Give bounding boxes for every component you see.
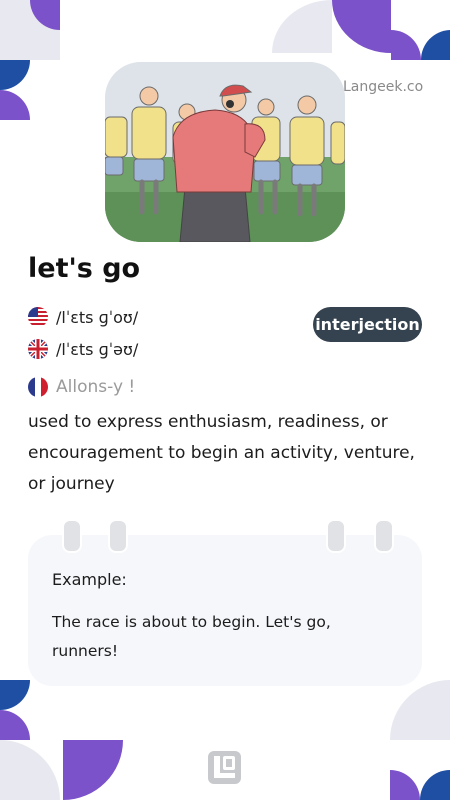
pronunciation-uk-ipa: /lˈɛts ɡˈəʊ/ bbox=[56, 339, 139, 359]
france-flag-icon bbox=[28, 377, 48, 397]
part-of-speech-badge: interjection bbox=[313, 307, 422, 342]
example-card: Example: The race is about to begin. Let… bbox=[28, 519, 422, 686]
pronunciation-uk[interactable]: /lˈɛts ɡˈəʊ/ bbox=[28, 339, 138, 359]
example-sentence: The race is about to begin. Let's go, ru… bbox=[52, 613, 331, 660]
us-flag-icon bbox=[28, 307, 48, 327]
headword: let's go bbox=[28, 253, 141, 284]
binder-ring bbox=[108, 519, 128, 553]
pronunciation-us-ipa: /lˈɛts ɡˈoʊ/ bbox=[56, 307, 139, 327]
site-label: Langeek.co bbox=[343, 79, 424, 95]
binder-ring bbox=[326, 519, 346, 553]
binder-ring bbox=[374, 519, 394, 553]
langeek-logo-icon bbox=[208, 751, 241, 784]
translation-text: Allons-y ! bbox=[56, 377, 136, 397]
binder-ring bbox=[62, 519, 82, 553]
word-illustration bbox=[105, 62, 345, 242]
definition: used to express enthusiasm, readiness, o… bbox=[28, 412, 415, 494]
translation: Allons-y ! bbox=[28, 377, 135, 397]
pronunciation-us[interactable]: /lˈɛts ɡˈoʊ/ bbox=[28, 307, 138, 327]
uk-flag-icon bbox=[28, 339, 48, 359]
example-title: Example: bbox=[52, 570, 127, 589]
